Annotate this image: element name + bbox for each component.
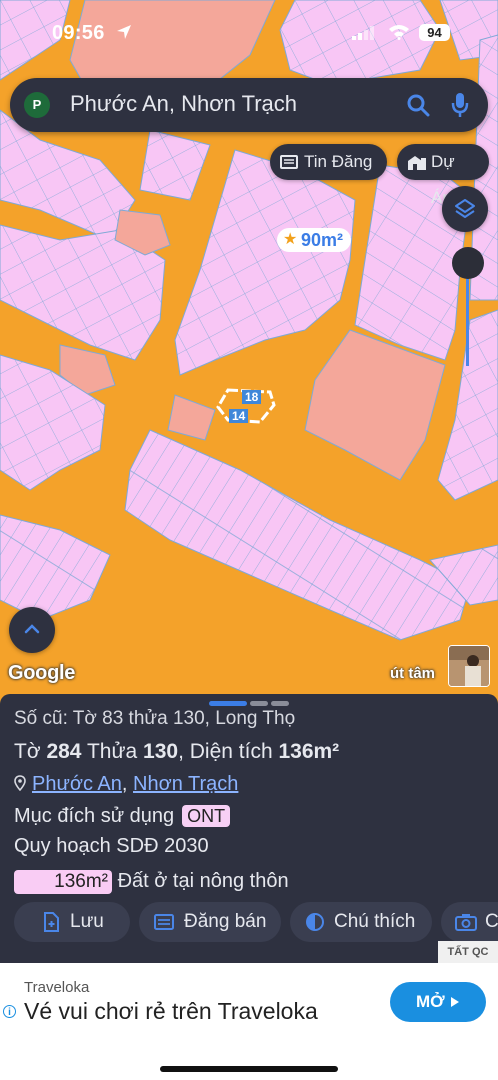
camera-icon xyxy=(455,914,477,931)
save-button[interactable]: Lưu xyxy=(14,902,130,942)
search-icon[interactable] xyxy=(406,93,430,117)
sheet-prefix: Tờ xyxy=(14,740,47,763)
old-parcel-id: Số cũ: Tờ 83 thửa 130, Long Thọ xyxy=(14,708,296,729)
price-tag[interactable]: ★ 90m² xyxy=(277,228,352,252)
parcel-info-sheet: Số cũ: Tờ 83 thửa 130, Long Thọ Tờ 284 T… xyxy=(0,694,498,964)
planning-description: Đất ở tại nông thôn xyxy=(117,870,289,892)
chevron-up-icon xyxy=(24,624,40,634)
area-label: , Diện tích xyxy=(178,740,279,763)
price-tag-value: 90m² xyxy=(301,230,344,250)
plot-label: Thửa xyxy=(81,740,144,763)
star-icon: ★ xyxy=(283,231,298,248)
layers-button[interactable] xyxy=(442,186,488,232)
plot-number: 130 xyxy=(143,740,179,763)
sheet-page-indicator[interactable] xyxy=(250,701,268,706)
projects-button[interactable]: Dự Án xyxy=(397,144,489,207)
google-logo: Google xyxy=(8,662,76,684)
ward-link[interactable]: Phước An xyxy=(32,773,122,795)
street-view-thumbnail[interactable] xyxy=(448,645,490,687)
signal-icon xyxy=(352,26,374,40)
sheet-number: 284 xyxy=(46,740,82,763)
post-for-sale-button[interactable]: Đăng bán xyxy=(139,902,281,942)
sheet-page-indicator[interactable] xyxy=(271,701,289,706)
ad-banner[interactable]: i Traveloka Vé vui chơi rẻ trên Travelok… xyxy=(0,963,498,1041)
land-use-row: Mục đích sử dụng ONT xyxy=(14,805,231,828)
ad-open-button[interactable]: MỞ xyxy=(390,982,486,1022)
land-use-code-badge[interactable]: ONT xyxy=(182,805,231,827)
wifi-icon xyxy=(389,25,409,40)
legend-button[interactable]: Chú thích xyxy=(290,902,432,942)
location-pin-icon xyxy=(14,775,26,792)
post-for-sale-label: Đăng bán xyxy=(184,911,267,932)
save-label: Lưu xyxy=(70,911,104,932)
news-listings-button[interactable]: Tin Đăng xyxy=(270,144,387,180)
ad-open-label: MỞ xyxy=(416,992,445,1011)
avatar[interactable]: P xyxy=(24,92,50,118)
ad-title[interactable]: Vé vui chơi rẻ trên Traveloka xyxy=(24,998,318,1025)
add-file-icon xyxy=(44,912,59,932)
news-listings-label: Tin Đăng xyxy=(304,152,373,171)
area-value: 136m² xyxy=(278,740,340,763)
opacity-slider-handle[interactable] xyxy=(452,247,484,279)
newspaper-icon xyxy=(154,914,174,930)
newspaper-icon xyxy=(280,155,298,169)
planning-area-badge: 136m² xyxy=(14,870,112,894)
location-arrow-icon xyxy=(117,25,131,39)
status-bar: 09:56 94 xyxy=(0,0,498,60)
battery-level: 94 xyxy=(419,24,450,41)
building-icon xyxy=(408,156,426,170)
contrast-icon xyxy=(306,913,324,931)
opacity-slider-track[interactable] xyxy=(466,270,469,366)
search-bar[interactable]: P Phước An, Nhơn Trạch xyxy=(10,78,488,132)
street-view-user-label: út tâm xyxy=(390,665,435,682)
home-indicator-area xyxy=(0,1041,498,1080)
status-time: 09:56 xyxy=(52,22,105,44)
expand-up-button[interactable] xyxy=(9,607,55,653)
sheet-page-indicator-active[interactable] xyxy=(209,701,247,706)
land-use-label: Mục đích sử dụng xyxy=(14,805,175,827)
district-link[interactable]: Nhơn Trạch xyxy=(133,773,238,795)
camera-button[interactable]: C xyxy=(441,902,498,942)
play-arrow-icon xyxy=(451,997,459,1007)
home-indicator[interactable] xyxy=(160,1066,338,1072)
planning-row: 136m² Đất ở tại nông thôn xyxy=(14,870,289,894)
location-separator: , xyxy=(121,773,134,795)
parcel-label: 14 xyxy=(229,409,249,423)
layers-icon xyxy=(455,199,475,218)
ad-brand: Traveloka xyxy=(24,979,90,996)
planning-title: Quy hoạch SDĐ 2030 xyxy=(14,835,209,857)
camera-label: C xyxy=(485,911,498,932)
location-row: Phước An, Nhơn Trạch xyxy=(14,773,238,796)
info-icon[interactable]: i xyxy=(3,1005,16,1018)
parcel-title: Tờ 284 Thửa 130, Diện tích 136m² xyxy=(14,740,339,764)
parcel-label: 18 xyxy=(242,390,262,404)
search-input[interactable]: Phước An, Nhơn Trạch xyxy=(70,91,297,117)
microphone-icon[interactable] xyxy=(450,91,470,119)
close-ads-tag[interactable]: TẤT QC xyxy=(438,941,498,963)
legend-label: Chú thích xyxy=(334,911,416,932)
